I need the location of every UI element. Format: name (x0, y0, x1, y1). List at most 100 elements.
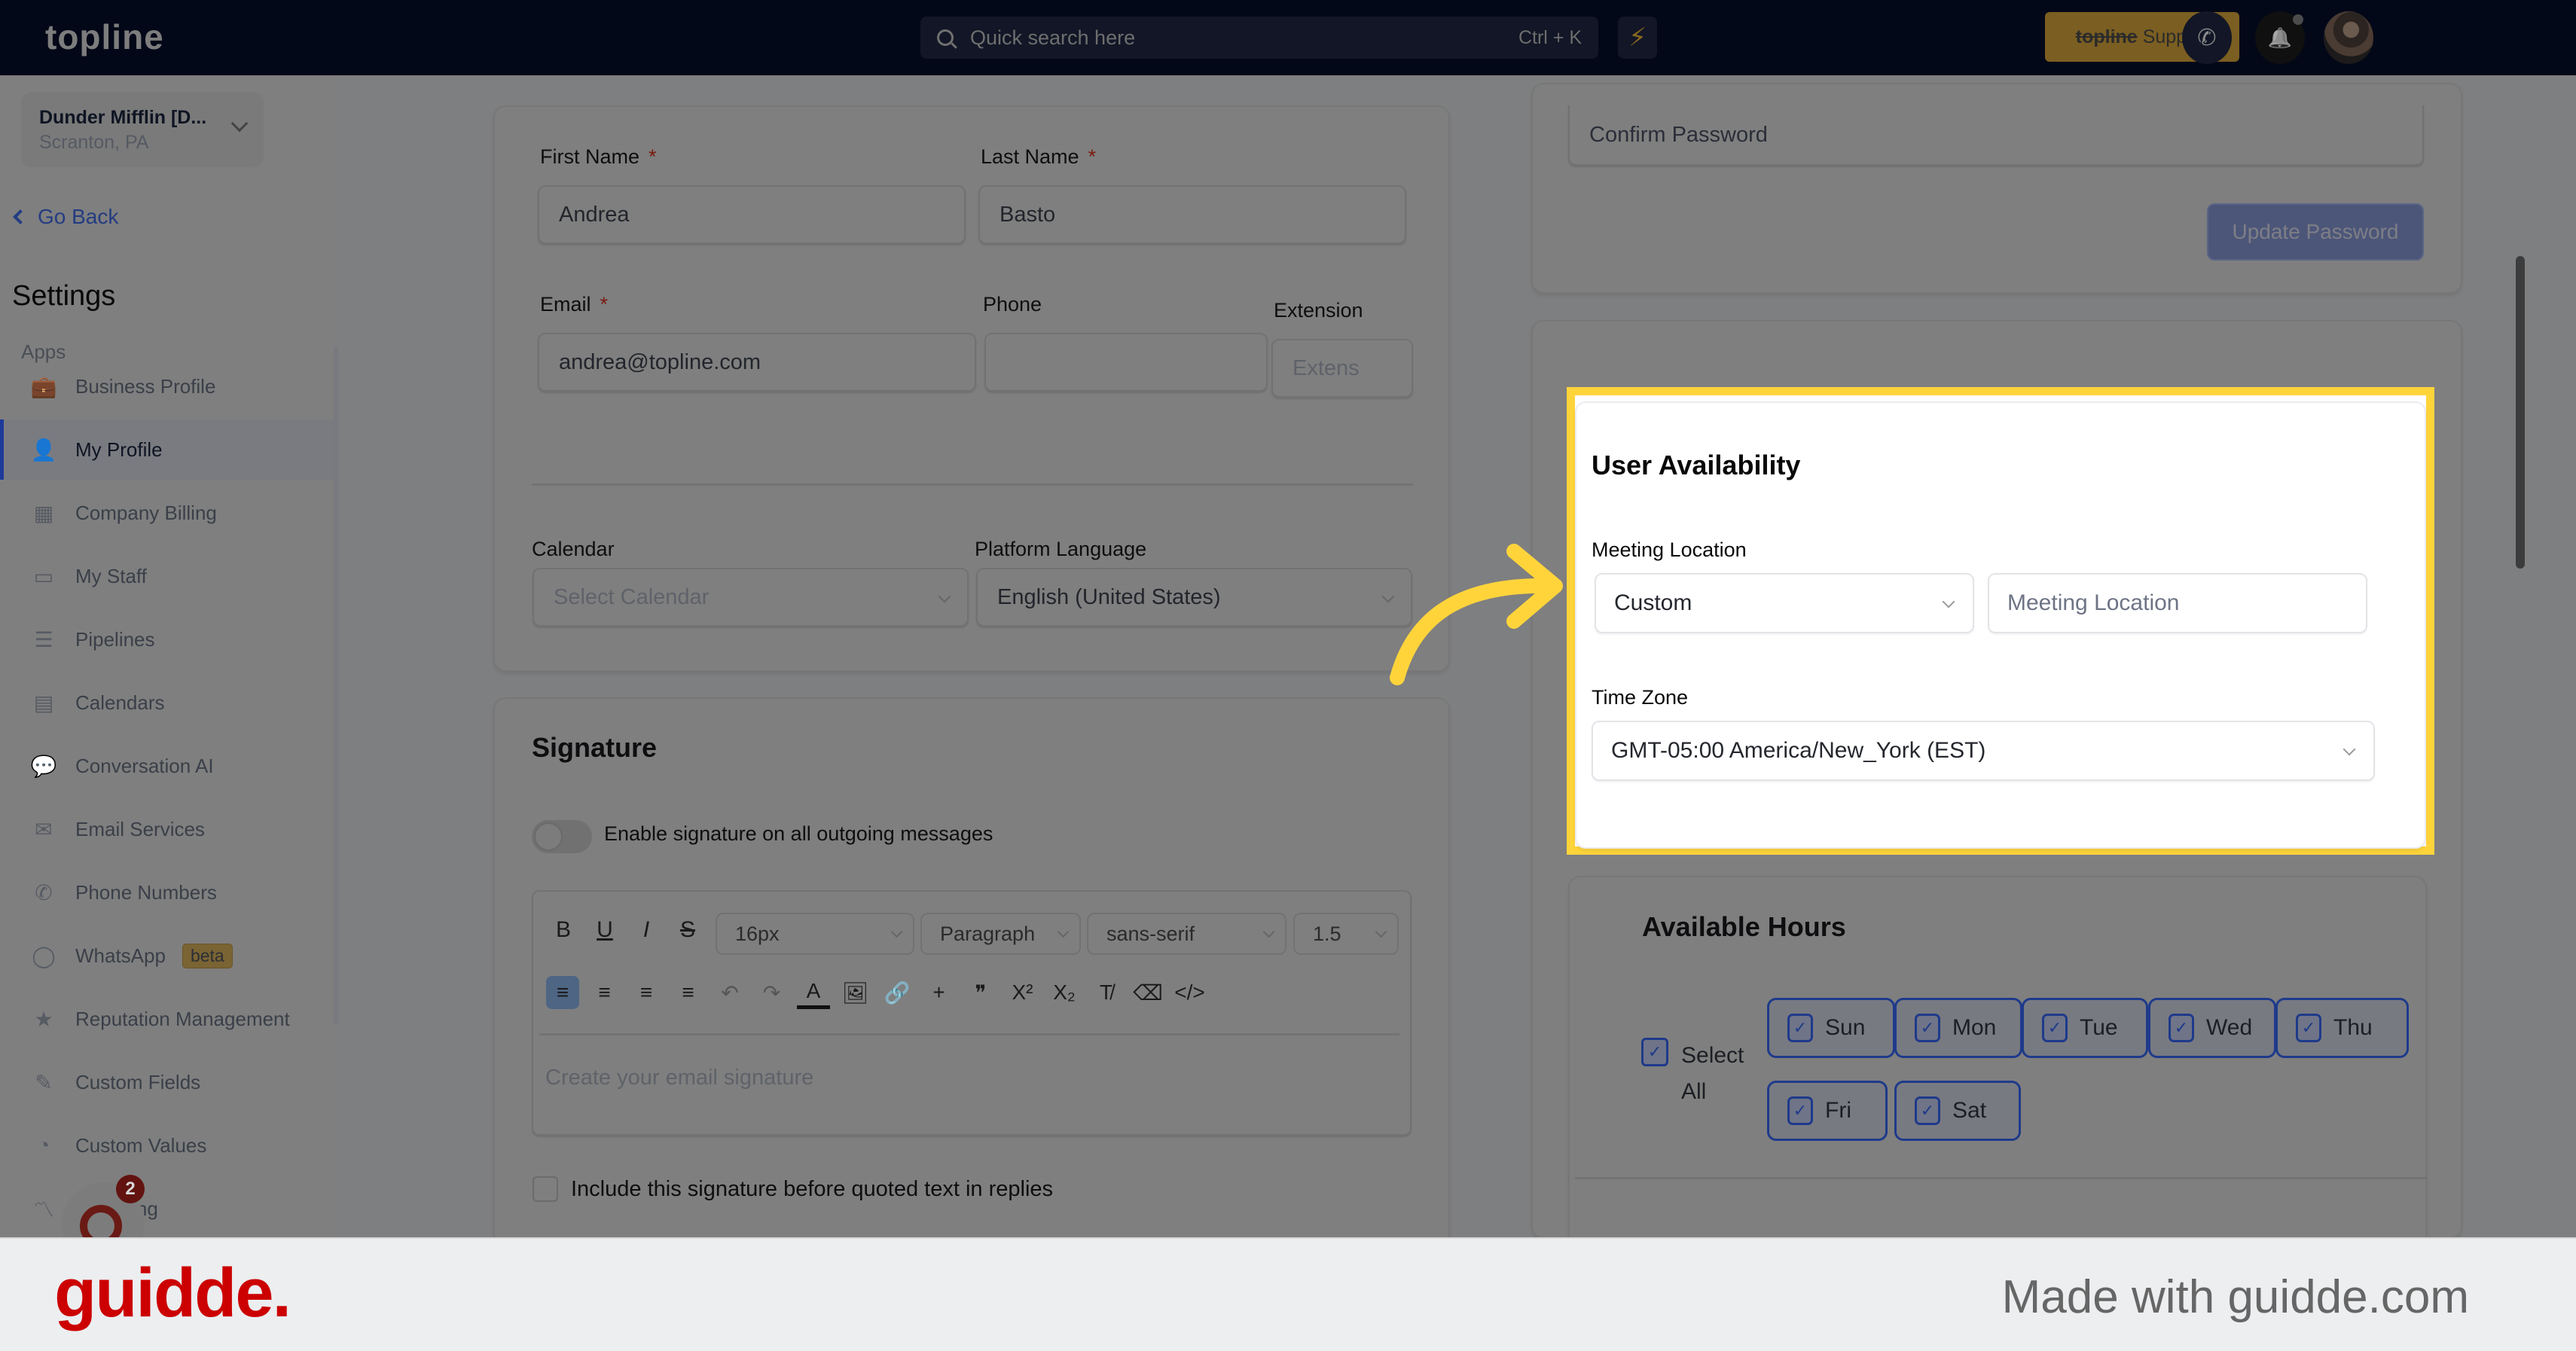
check-icon[interactable]: ✓ (1915, 1096, 1940, 1125)
sidebar-item-conversation-ai[interactable]: 💬 Conversation AI (0, 736, 334, 796)
go-back-link[interactable]: Go Back (13, 205, 118, 229)
meeting-type-select[interactable]: Custom (1595, 573, 1974, 633)
sidebar-scrollbar[interactable] (334, 346, 338, 1024)
check-icon[interactable]: ✓ (2296, 1014, 2321, 1042)
sidebar-item-e-scoring[interactable]: 〽e Scoring (0, 1179, 334, 1239)
signature-title: Signature (532, 732, 658, 763)
location-switcher[interactable]: Dunder Mifflin [D... Scranton, PA (21, 92, 264, 167)
user-availability-title: User Availability (1592, 450, 1801, 480)
user-avatar[interactable] (2324, 11, 2373, 64)
notifications-button[interactable]: 🔔 (2255, 11, 2305, 64)
sidebar-item-whatsapp[interactable]: ◯ WhatsApp beta (0, 926, 334, 986)
day-sun[interactable]: ✓ Sun (1767, 998, 1895, 1058)
company-billing-icon: ▦ (33, 501, 54, 525)
include-signature-checkbox[interactable] (533, 1176, 558, 1202)
sidebar-item-pipelines[interactable]: ☰ Pipelines (0, 609, 334, 669)
first-name-input[interactable]: Andrea (538, 185, 966, 244)
sidebar-item-label: My Staff (75, 564, 147, 587)
day-wed[interactable]: ✓ Wed (2148, 998, 2276, 1058)
check-icon[interactable]: ✓ (2169, 1014, 2194, 1042)
email-input[interactable]: andrea@topline.com (538, 333, 976, 392)
check-icon[interactable]: ✓ (1787, 1014, 1813, 1042)
day-sat[interactable]: ✓ Sat (1894, 1081, 2021, 1141)
last-name-input[interactable]: Basto (978, 185, 1406, 244)
sidebar-item-my-staff[interactable]: ▭ My Staff (0, 546, 334, 606)
reputation-management-icon: ★ (34, 1007, 53, 1031)
code-view-button[interactable]: </> (1174, 976, 1207, 1009)
clear-style-button[interactable]: ⌫ (1131, 976, 1164, 1009)
insert-image-button[interactable]: 🖼 (839, 976, 872, 1009)
strikethrough-button[interactable]: S (673, 917, 703, 943)
select-all-checkbox[interactable]: ✓ (1641, 1038, 1668, 1066)
custom-values-icon: ◔ (37, 1133, 50, 1157)
undo-button[interactable]: ↶ (713, 976, 746, 1009)
day-fri[interactable]: ✓ Fri (1767, 1081, 1888, 1141)
bold-button[interactable]: B (548, 917, 578, 943)
business-profile-icon: 💼 (30, 374, 57, 398)
calendar-select[interactable]: Select Calendar (533, 568, 969, 627)
align-left-button[interactable]: ≡ (546, 976, 579, 1009)
insert-more-button[interactable]: + (923, 976, 956, 1009)
update-password-button[interactable]: Update Password (2207, 203, 2424, 261)
check-icon[interactable]: ✓ (2042, 1014, 2068, 1042)
sidebar-item-custom-values[interactable]: ◔ Custom Values (0, 1115, 334, 1176)
day-label: Sun (1825, 1015, 1866, 1040)
quick-actions-button[interactable]: ⚡ (1618, 17, 1657, 59)
sidebar-item-phone-numbers[interactable]: ✆ Phone Numbers (0, 862, 334, 923)
enable-signature-toggle[interactable] (532, 820, 592, 853)
day-mon[interactable]: ✓ Mon (1894, 998, 2022, 1058)
align-right-button[interactable]: ≡ (630, 976, 663, 1009)
subscript-button[interactable]: X₂ (1048, 976, 1081, 1009)
phone-input[interactable] (984, 333, 1268, 392)
extension-input[interactable]: Extens (1271, 339, 1413, 398)
sidebar-item-company-billing[interactable]: ▦ Company Billing (0, 483, 334, 543)
top-bar: topline Quick search here Ctrl + K ⚡ top… (0, 0, 2576, 75)
sidebar-item-label: Email Services (75, 817, 205, 840)
day-tue[interactable]: ✓ Tue (2022, 998, 2148, 1058)
clear-format-button[interactable]: T̸ (1090, 976, 1123, 1009)
sidebar-item-calendars[interactable]: ▤ Calendars (0, 672, 334, 733)
sidebar-item-email-services[interactable]: ✉ Email Services (0, 799, 334, 859)
signature-placeholder[interactable]: Create your email signature (545, 1066, 813, 1090)
platform-language-select[interactable]: English (United States) (976, 568, 1412, 627)
sidebar-item-custom-fields[interactable]: ✎ Custom Fields (0, 1052, 334, 1112)
main-scrollbar[interactable] (2516, 256, 2525, 569)
align-justify-button[interactable]: ≡ (672, 976, 705, 1009)
topline-logo[interactable]: topline (45, 17, 164, 57)
check-icon[interactable]: ✓ (1787, 1096, 1813, 1125)
toggle-knob (534, 822, 563, 851)
meeting-location-input[interactable]: Meeting Location (1988, 573, 2367, 633)
sidebar-item-reputation-management[interactable]: ★ Reputation Management (0, 989, 334, 1049)
font-size-select[interactable]: 16px (716, 913, 914, 955)
guidde-logo[interactable]: guidde. (54, 1254, 291, 1333)
blockquote-button[interactable]: ❞ (964, 976, 997, 1009)
user-availability-section: User Availability Meeting Location Custo… (1575, 401, 2426, 849)
sidebar-item-label: Pipelines (75, 627, 155, 651)
confirm-password-input[interactable]: Confirm Password (1568, 105, 2424, 166)
day-label: Sat (1952, 1098, 1987, 1123)
line-height-select[interactable]: 1.5 (1293, 913, 1399, 955)
phone-label: Phone (983, 293, 1042, 316)
search-placeholder: Quick search here (970, 26, 1136, 49)
sidebar-item-business-profile[interactable]: 💼 Business Profile (0, 356, 334, 416)
text-color-button[interactable]: A (797, 976, 830, 1009)
day-thu[interactable]: ✓ Thu (2275, 998, 2409, 1058)
chevron-down-icon (1942, 595, 1955, 608)
quick-search-input[interactable]: Quick search here Ctrl + K (920, 17, 1598, 59)
redo-button[interactable]: ↷ (755, 976, 789, 1009)
chevron-down-icon (1057, 926, 1070, 938)
italic-button[interactable]: I (631, 917, 661, 943)
align-center-button[interactable]: ≡ (588, 976, 621, 1009)
block-format-select[interactable]: Paragraph (920, 913, 1081, 955)
insert-link-button[interactable]: 🔗 (881, 976, 914, 1009)
font-family-select[interactable]: sans-serif (1087, 913, 1286, 955)
underline-button[interactable]: U (590, 917, 620, 943)
superscript-button[interactable]: X² (1006, 976, 1039, 1009)
support-brand: topline (2075, 26, 2138, 47)
made-with-guidde[interactable]: Made with guidde.com (2002, 1270, 2469, 1324)
toolbar-divider (539, 1033, 1399, 1035)
sidebar-item-my-profile[interactable]: 👤 My Profile (0, 419, 334, 480)
check-icon[interactable]: ✓ (1915, 1014, 1940, 1042)
phone-button[interactable]: ✆ (2182, 11, 2232, 64)
time-zone-select[interactable]: GMT-05:00 America/New_York (EST) (1592, 721, 2375, 781)
